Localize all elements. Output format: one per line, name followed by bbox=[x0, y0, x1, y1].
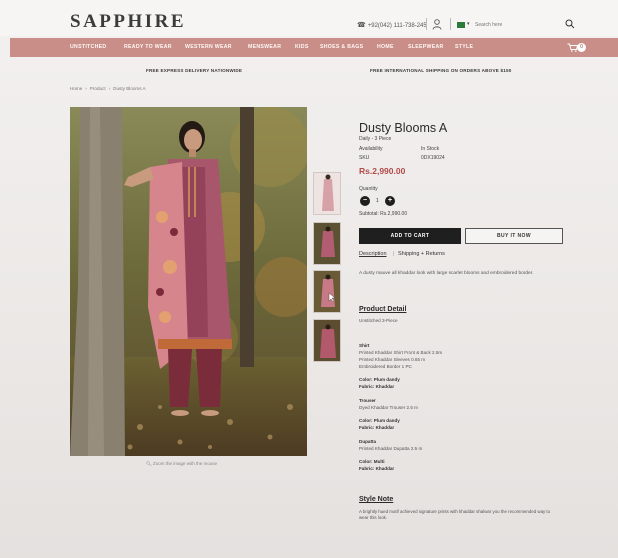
chevron-down-icon[interactable]: ▾ bbox=[467, 21, 470, 27]
promo-international: FREE INTERNATIONAL SHIPPING ON ORDERS AB… bbox=[370, 68, 512, 73]
trouser-line: Dyed Khaddar Trouser 2.5 m bbox=[359, 405, 418, 410]
product-detail-subheading: Unstitched 3-Piece bbox=[359, 318, 398, 323]
quantity-label: Quantity bbox=[359, 186, 378, 192]
quantity-value[interactable]: 1 bbox=[376, 198, 379, 204]
quantity-decrease-button[interactable]: − bbox=[360, 196, 370, 206]
subtotal: Subtotal: Rs.2,990.00 bbox=[359, 211, 407, 217]
dupatta-fabric: Fabric: Khaddar bbox=[359, 466, 395, 471]
tab-description[interactable]: Description bbox=[359, 251, 387, 257]
product-main-image[interactable] bbox=[70, 107, 307, 456]
user-icon[interactable] bbox=[432, 19, 442, 30]
breadcrumb-product[interactable]: Product bbox=[90, 86, 106, 91]
style-note-heading: Style Note bbox=[359, 496, 394, 503]
product-title: Dusty Blooms A bbox=[359, 121, 448, 135]
breadcrumb-separator: › bbox=[85, 86, 87, 91]
product-subtitle: Daily - 3 Piece bbox=[359, 136, 392, 142]
quantity-increase-button[interactable]: + bbox=[385, 196, 395, 206]
nav-item-unstitched[interactable]: UNSTITCHED bbox=[70, 44, 106, 50]
thumbnail-1[interactable] bbox=[313, 172, 341, 215]
shirt-line: Embroidered Border 1 PC bbox=[359, 364, 412, 369]
promo-delivery: FREE EXPRESS DELIVERY NATIONWIDE bbox=[146, 68, 243, 73]
availability-label: Availability bbox=[359, 146, 383, 152]
zoom-hint: 🔍︎ Zoom the image with the mouse bbox=[146, 461, 217, 467]
thumbnail-image bbox=[314, 271, 340, 312]
product-price: Rs.2,990.00 bbox=[359, 166, 406, 176]
nav-item-sleepwear[interactable]: SLEEPWEAR bbox=[408, 44, 444, 50]
thumbnail-image bbox=[314, 223, 340, 264]
nav-item-home[interactable]: HOME bbox=[377, 44, 394, 50]
thumbnail-4[interactable] bbox=[313, 319, 341, 362]
shirt-line: Printed Khaddar Shirt Front & Back 2.5m bbox=[359, 350, 443, 355]
breadcrumb-current: Dusty Blooms A bbox=[113, 86, 146, 91]
thumbnail-2[interactable] bbox=[313, 222, 341, 265]
trouser-fabric: Fabric: Khaddar bbox=[359, 425, 395, 430]
thumbnail-3[interactable] bbox=[313, 270, 341, 313]
trouser-color: Color: Plum dandy bbox=[359, 418, 400, 423]
nav-item-menswear[interactable]: MENSWEAR bbox=[248, 44, 281, 50]
tab-separator: | bbox=[393, 251, 395, 257]
product-detail-heading: Product Detail bbox=[359, 306, 407, 313]
browser-screen: SAPPHIRE ☎+92(042) 111-738-245 ▾ UNSTITC… bbox=[0, 0, 618, 558]
subtotal-label: Subtotal: bbox=[359, 211, 379, 217]
main-nav: UNSTITCHED READY TO WEAR WESTERN WEAR ME… bbox=[10, 38, 618, 57]
product-description: A dusty mauve all khaddar look with larg… bbox=[359, 271, 534, 276]
dupatta-color: Color: Multi bbox=[359, 459, 385, 464]
zoom-hint-text: Zoom the image with the mouse bbox=[152, 461, 217, 466]
phone-text: +92(042) 111-738-245 bbox=[367, 23, 427, 29]
breadcrumb-separator: › bbox=[108, 86, 111, 91]
thumbnail-image bbox=[314, 173, 340, 214]
zoom-icon: 🔍︎ bbox=[146, 461, 153, 466]
shirt-line: Printed Khaddar Sleeves 0.65 m bbox=[359, 357, 426, 362]
breadcrumb-home[interactable]: Home bbox=[70, 86, 82, 91]
nav-item-style[interactable]: STYLE bbox=[455, 44, 473, 50]
cart-count-badge[interactable]: 0 bbox=[577, 43, 586, 52]
divider bbox=[450, 18, 451, 30]
country-flag-icon[interactable] bbox=[457, 22, 465, 28]
trouser-heading: Trouser bbox=[359, 398, 376, 403]
availability-value: In Stock bbox=[421, 146, 440, 152]
subtotal-value: Rs.2,990.00 bbox=[380, 211, 408, 217]
tab-shipping-returns[interactable]: Shipping + Returns bbox=[398, 251, 445, 257]
search-icon[interactable] bbox=[565, 19, 575, 29]
shirt-heading: Shirt bbox=[359, 343, 370, 348]
buy-now-button[interactable]: BUY IT NOW bbox=[465, 228, 563, 244]
dupatta-line: Printed Khaddar Dupatta 2.5 m bbox=[359, 446, 423, 451]
thumbnail-image bbox=[314, 320, 340, 361]
nav-item-shoes-bags[interactable]: SHOES & BAGS bbox=[320, 44, 363, 50]
sku-label: SKU bbox=[359, 155, 370, 161]
brand-logo[interactable]: SAPPHIRE bbox=[70, 11, 186, 33]
style-note-text: A brightly hued motif achieved signature… bbox=[359, 509, 551, 520]
top-header: SAPPHIRE ☎ +92(042) 111-738-245 ▾ bbox=[0, 0, 618, 36]
divider bbox=[426, 18, 427, 30]
shirt-color: Color: Plum dandy bbox=[359, 377, 400, 382]
shirt-fabric: Fabric: Khaddar bbox=[359, 384, 395, 389]
nav-item-western-wear[interactable]: WESTERN WEAR bbox=[185, 44, 232, 50]
phone-number: ☎ +92(042) 111-738-245 bbox=[357, 21, 427, 29]
add-to-cart-button[interactable]: ADD TO CART bbox=[359, 228, 461, 244]
dupatta-heading: Dupatta bbox=[359, 439, 377, 444]
nav-item-ready-to-wear[interactable]: READY TO WEAR bbox=[124, 44, 172, 50]
sku-value: 0DX19024 bbox=[421, 155, 445, 161]
model-photo bbox=[70, 107, 307, 456]
nav-item-kids[interactable]: KIDS bbox=[295, 44, 309, 50]
phone-icon: ☎ bbox=[357, 22, 366, 29]
breadcrumb: Home › Product › Dusty Blooms A bbox=[70, 86, 149, 91]
